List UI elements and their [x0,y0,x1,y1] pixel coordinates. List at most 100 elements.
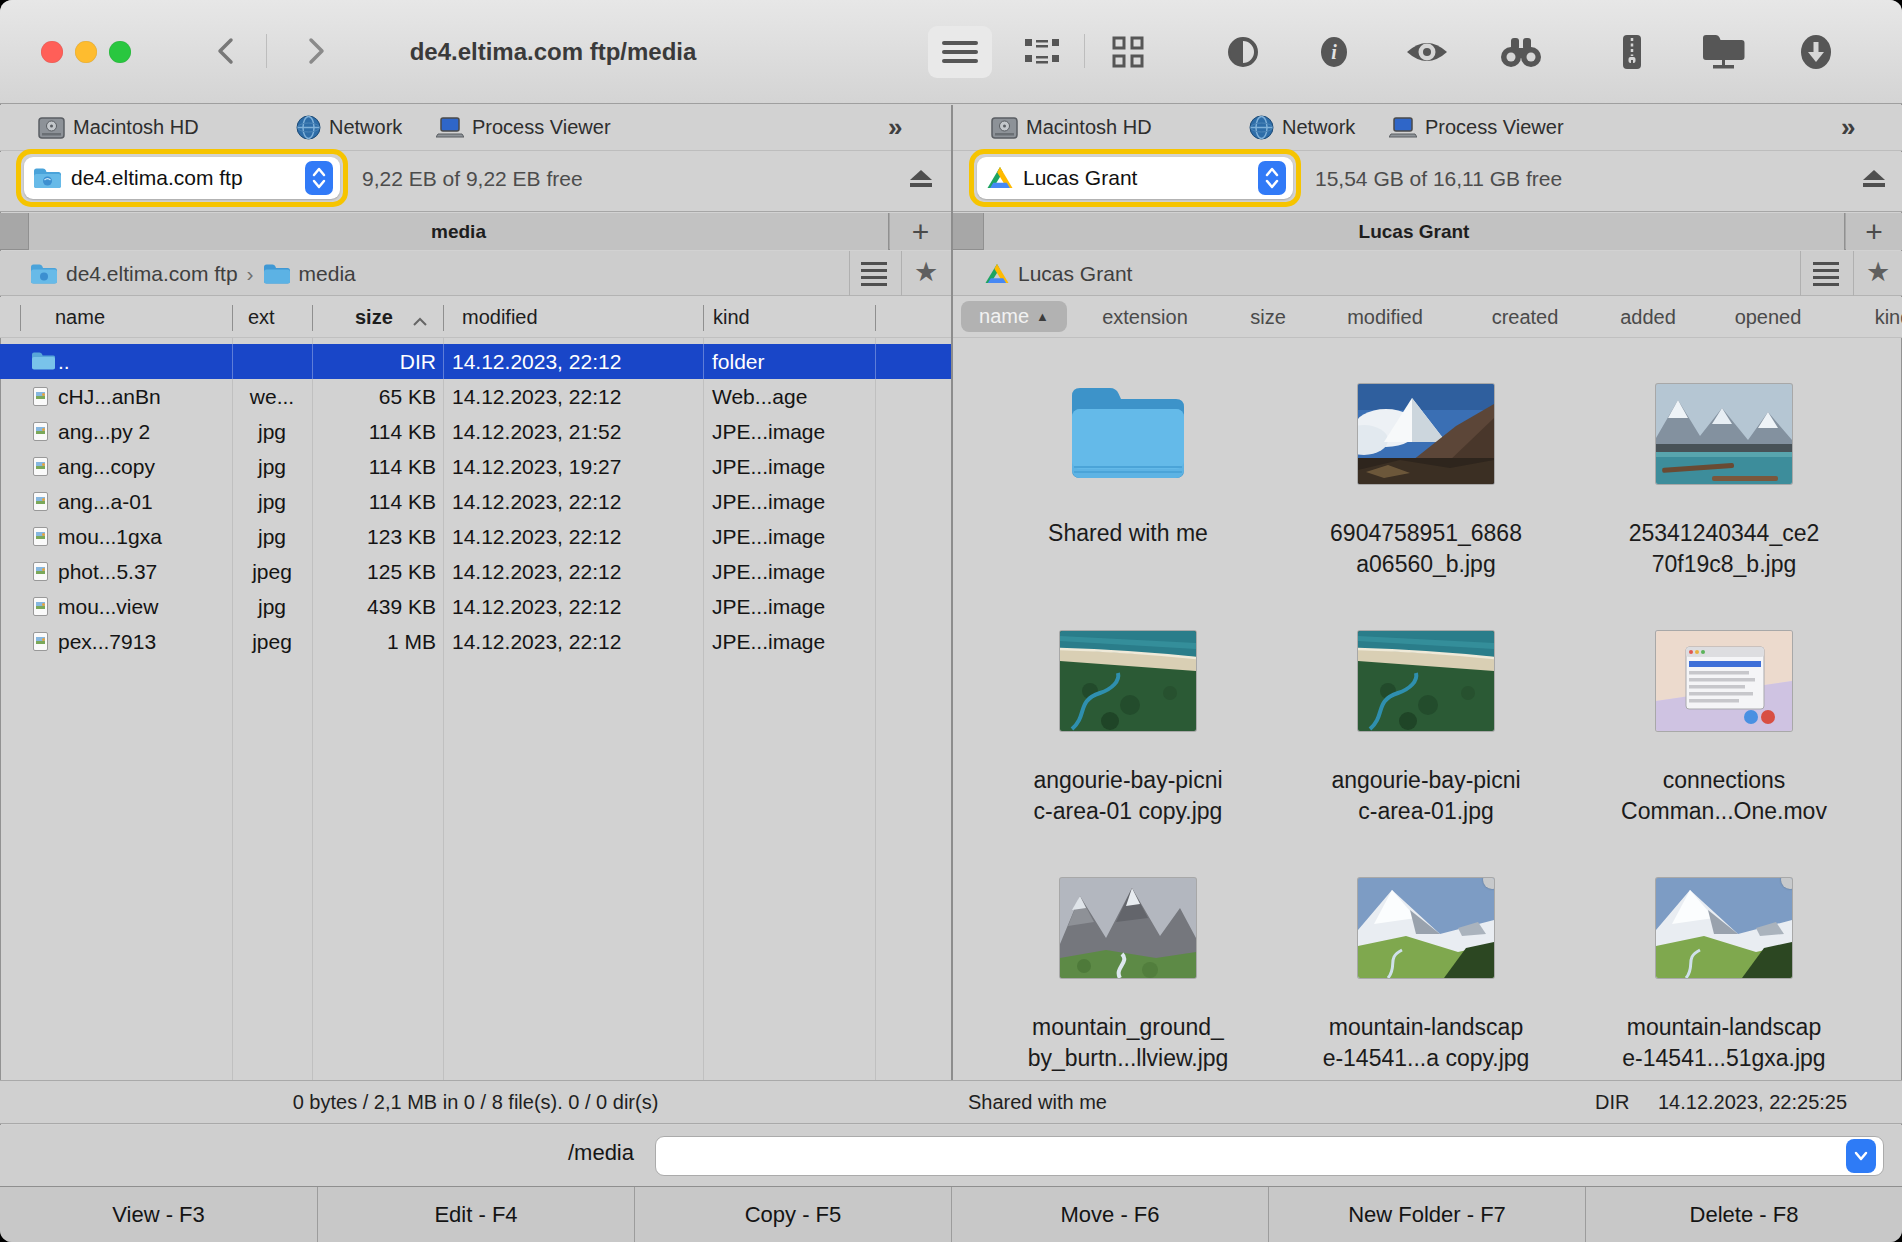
table-row[interactable]: phot...5.37 jpeg 125 KB 14.12.2023, 22:1… [0,554,951,589]
table-row[interactable]: ang...a-01 jpg 114 KB 14.12.2023, 22:12 … [0,484,951,519]
drive-selector-right[interactable]: Lucas Grant [977,157,1293,199]
favorites-star-right[interactable]: ★ [1866,256,1890,288]
grid-item-image[interactable]: angourie-bay-picni c-area-01 copy.jpg [979,599,1277,846]
hard-drive-icon [991,117,1018,139]
copy-f5-button[interactable]: Copy - F5 [635,1187,951,1242]
view-f3-button[interactable]: View - F3 [0,1187,317,1242]
item-label: e-14541...a copy.jpg [1277,1045,1575,1072]
favorites-more-left[interactable]: » [888,105,902,150]
grid-item-image[interactable]: 6904758951_6868 a06560_b.jpg [1277,352,1575,599]
pane-divider[interactable] [951,105,953,1124]
divider [1800,251,1801,296]
favorite-label: Network [1282,116,1355,139]
minimize-button[interactable] [75,41,97,63]
cell-modified: 14.12.2023, 22:12 [452,385,621,409]
col-header-size[interactable]: size [355,306,393,329]
hidden-files-toggle-icon[interactable] [1219,26,1267,78]
add-tab-button-left[interactable]: + [890,213,951,250]
table-row[interactable]: mou...view jpg 439 KB 14.12.2023, 22:12 … [0,589,951,624]
col-header-kind-right[interactable]: kind [1875,306,1902,329]
col-header-added[interactable]: added [1620,306,1676,329]
col-header-extension[interactable]: extension [1102,306,1188,329]
eject-icon-right[interactable] [1863,170,1885,192]
breadcrumb-left[interactable]: de4.eltima.com ftp › media [30,251,356,296]
cell-modified: 14.12.2023, 22:12 [452,525,621,549]
cell-kind: Web...age [712,385,807,409]
zoom-button[interactable] [109,41,131,63]
pane-menu-right[interactable] [1813,262,1839,286]
new-folder-f7-button[interactable]: New Folder - F7 [1269,1187,1585,1242]
breadcrumb-root: de4.eltima.com ftp [66,262,238,286]
status-bar: 0 bytes / 2,1 MB in 0 / 8 file(s). 0 / 0… [0,1080,1902,1124]
move-f6-button[interactable]: Move - F6 [952,1187,1268,1242]
network-connect-icon[interactable] [1700,26,1748,78]
file-icon [33,597,48,616]
table-row[interactable]: mou...1gxa jpg 123 KB 14.12.2023, 22:12 … [0,519,951,554]
table-row[interactable]: ang...copy jpg 114 KB 14.12.2023, 19:27 … [0,449,951,484]
grid-item-video[interactable]: connections Comman...One.mov [1575,599,1873,846]
favorites-star-left[interactable]: ★ [914,256,938,288]
favorite-macintosh-hd-left[interactable]: Macintosh HD [38,105,199,150]
forward-icon[interactable] [300,36,330,66]
favorite-macintosh-hd-right[interactable]: Macintosh HD [991,105,1152,150]
favorite-process-viewer-left[interactable]: Process Viewer [436,105,611,150]
cell-modified: 14.12.2023, 19:27 [452,455,621,479]
view-full-icon[interactable] [938,26,982,78]
edit-f4-button[interactable]: Edit - F4 [318,1187,634,1242]
cell-size: 125 KB [302,560,436,584]
favorite-network-right[interactable]: Network [1249,105,1355,150]
grid-item-image[interactable]: angourie-bay-picni c-area-01.jpg [1277,599,1575,846]
col-header-created[interactable]: created [1492,306,1559,329]
back-icon[interactable] [212,36,242,66]
delete-f8-button[interactable]: Delete - F8 [1586,1187,1902,1242]
col-header-modified[interactable]: modified [462,306,538,329]
tab-media[interactable]: media [28,213,889,250]
item-label: 70f19c8_b.jpg [1575,551,1873,578]
drive-selector-left[interactable]: de4.eltima.com ftp [24,157,340,199]
drive-select-button-right[interactable] [1258,161,1286,195]
view-brief-icon[interactable] [1022,26,1066,78]
grid-item-shared-with-me[interactable]: Shared with me [979,352,1277,599]
table-row[interactable]: cHJ...anBn we... 65 KB 14.12.2023, 22:12… [0,379,951,414]
cell-modified: 14.12.2023, 22:12 [452,560,621,584]
command-input[interactable] [655,1136,1884,1176]
grid-item-image[interactable]: 25341240344_ce2 70f19c8_b.jpg [1575,352,1873,599]
table-row[interactable]: ang...py 2 jpg 114 KB 14.12.2023, 21:52 … [0,414,951,449]
nav-divider [266,34,267,68]
command-history-button[interactable] [1846,1139,1876,1173]
col-header-name-right[interactable]: name▲ [961,301,1067,332]
add-tab-button-right[interactable]: + [1846,213,1902,250]
col-header-modified-right[interactable]: modified [1347,306,1423,329]
grid-item-image[interactable]: mountain-landscap e-14541...51gxa.jpg [1575,846,1873,1093]
cell-kind: JPE...image [712,595,825,619]
tab-lucas-grant[interactable]: Lucas Grant [983,213,1845,250]
ftp-folder-icon [33,167,61,189]
grid-item-image[interactable]: mountain_ground_ by_burtn...llview.jpg [979,846,1277,1093]
drive-select-button-left[interactable] [305,161,333,195]
col-header-ext[interactable]: ext [248,306,275,329]
search-binoculars-icon[interactable] [1498,26,1544,78]
breadcrumb-right[interactable]: Lucas Grant [985,251,1132,296]
col-header-kind[interactable]: kind [713,306,750,329]
favorite-network-left[interactable]: Network [296,105,402,150]
col-header-opened[interactable]: opened [1735,306,1802,329]
favorites-more-right[interactable]: » [1841,105,1855,150]
laptop-icon [436,117,464,139]
grid-item-image[interactable]: mountain-landscap e-14541...a copy.jpg [1277,846,1575,1093]
item-label: mountain-landscap [1277,1014,1575,1041]
col-header-size-right[interactable]: size [1250,306,1286,329]
table-row[interactable]: pex...7913 jpeg 1 MB 14.12.2023, 22:12 J… [0,624,951,659]
favorite-process-viewer-right[interactable]: Process Viewer [1389,105,1564,150]
view-thumbs-icon[interactable] [1106,26,1150,78]
info-icon[interactable]: i [1312,26,1356,78]
plus-icon: + [1865,215,1883,249]
preview-eye-icon[interactable] [1405,26,1449,78]
archive-zip-icon[interactable] [1612,26,1652,78]
download-icon[interactable] [1794,26,1838,78]
breadcrumb-root: Lucas Grant [1018,262,1132,286]
close-button[interactable] [41,41,63,63]
col-header-name[interactable]: name [55,306,105,329]
pane-menu-left[interactable] [861,262,887,286]
eject-icon-left[interactable] [910,170,932,192]
table-row-parent-dir[interactable]: .. DIR 14.12.2023, 22:12 folder [0,344,951,379]
